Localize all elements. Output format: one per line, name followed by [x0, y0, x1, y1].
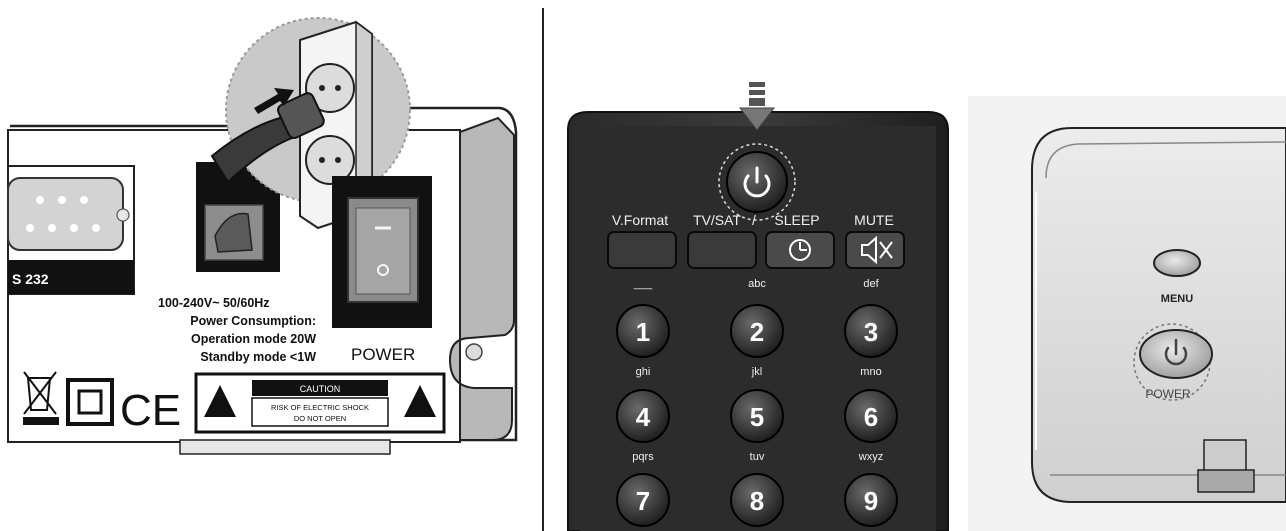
- front-menu-label: MENU: [1161, 293, 1193, 305]
- tvsat-key: [687, 231, 757, 269]
- vformat-label: V.Format: [612, 212, 668, 228]
- key-letters: ___: [633, 278, 653, 290]
- key-digit: 3: [864, 317, 878, 347]
- key-digit: 8: [750, 486, 764, 516]
- key-letters: pqrs: [632, 451, 654, 463]
- front-power-label: POWER: [1145, 387, 1191, 401]
- operation-mode-text: Operation mode 20W: [191, 332, 316, 346]
- caution-line-2: DO NOT OPEN: [294, 414, 346, 423]
- power-switch-label: POWER: [351, 345, 415, 364]
- standby-mode-text: Standby mode <1W: [200, 350, 316, 364]
- ce-mark: CE: [120, 386, 181, 435]
- remote-control-illustration: V.Format TV/SAT / SLEEP MUTE ___ abc def: [567, 82, 949, 531]
- front-latch: [1197, 469, 1255, 493]
- rs232-label: S 232: [12, 271, 49, 287]
- vformat-key: [607, 231, 677, 269]
- key-digit: 6: [864, 402, 878, 432]
- key-digit: 2: [750, 317, 764, 347]
- power-consumption-title: Power Consumption:: [190, 314, 316, 328]
- screw-icon: [116, 208, 130, 222]
- key-digit: 1: [636, 317, 650, 347]
- key-digit: 9: [864, 486, 878, 516]
- keypad: ___ abc def 1 2 3 ghi jkl mno 4 5 6 pqrs…: [616, 278, 898, 527]
- sleep-label: SLEEP: [774, 212, 819, 228]
- rear-panel-illustration: S 232 POWER 100-240V~ 50/60Hz Power Cons…: [7, 17, 518, 455]
- key-letters: mno: [860, 366, 881, 378]
- caution-label: CAUTION RISK OF ELECTRIC SHOCK DO NOT OP…: [194, 372, 446, 434]
- key-digit: 5: [750, 402, 764, 432]
- screw-icon: [465, 343, 483, 361]
- serial-port: [7, 177, 124, 251]
- tvsat-label: TV/SAT: [693, 212, 741, 228]
- key-letters: tuv: [750, 451, 765, 463]
- key-letters: ghi: [636, 366, 651, 378]
- voltage-rating: 100-240V~ 50/60Hz: [158, 296, 270, 310]
- key-digit: 7: [636, 486, 650, 516]
- front-menu-button: [1153, 249, 1201, 277]
- caution-line-1: RISK OF ELECTRIC SHOCK: [271, 403, 369, 412]
- mute-label: MUTE: [854, 212, 894, 228]
- front-panel-illustration: MENU POWER: [968, 96, 1286, 531]
- caution-title: CAUTION: [300, 384, 341, 394]
- instruction-illustration: S 232 POWER 100-240V~ 50/60Hz Power Cons…: [7, 8, 1286, 531]
- key-letters: jkl: [751, 366, 762, 378]
- svg-text:/: /: [752, 212, 756, 228]
- key-letters: def: [863, 278, 879, 290]
- key-digit: 4: [636, 402, 651, 432]
- key-letters: abc: [748, 278, 766, 290]
- key-letters: wxyz: [858, 451, 883, 463]
